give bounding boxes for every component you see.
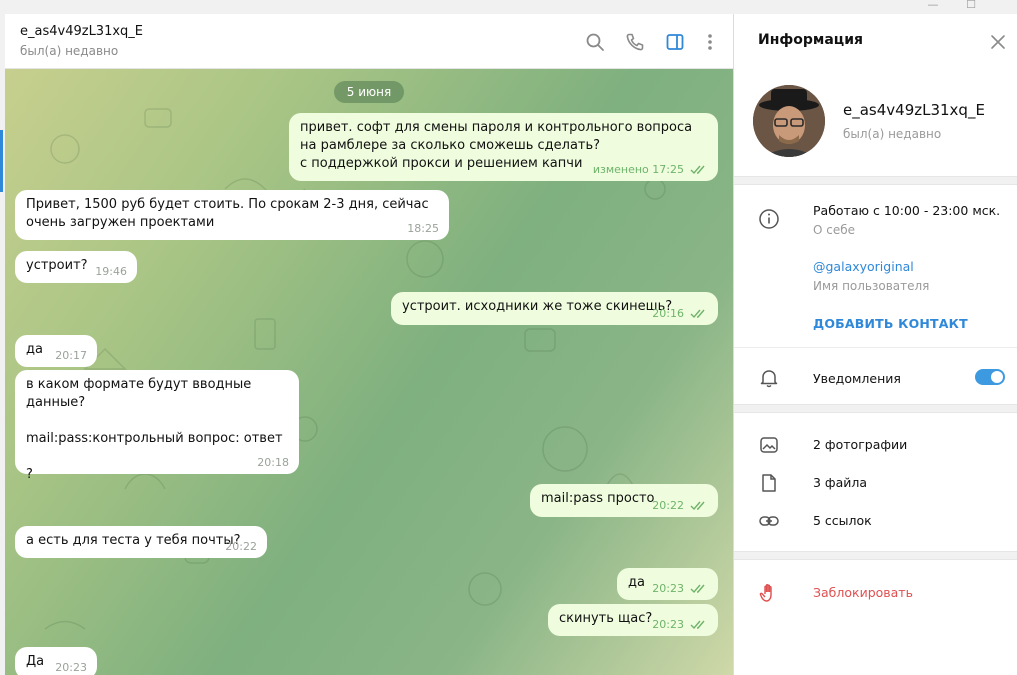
close-icon[interactable] [990,34,1006,50]
message-text: а есть для теста у тебя почты? [26,533,241,548]
message-bubble[interactable]: да 20:23 [617,568,718,600]
double-check-icon [690,620,708,630]
sidebar-panel-icon[interactable] [665,32,685,52]
message-bubble[interactable]: устроит. исходники же тоже скинешь? 20:1… [391,292,718,325]
message-meta: 20:22 [652,499,708,513]
message-time: 20:17 [55,349,87,362]
avatar[interactable] [753,85,825,157]
message-time: 20:23 [652,582,684,595]
links-count[interactable]: 5 ссылок [813,513,872,528]
message-meta: 20:23 [652,618,708,632]
block-user-button[interactable]: Заблокировать [813,585,913,600]
username-link[interactable]: @galaxyoriginal [813,259,914,274]
message-time: 20:23 [652,618,684,631]
message-list[interactable]: 5 июня привет. софт для смены пароля и к… [5,69,733,675]
files-count[interactable]: 3 файла [813,475,867,490]
info-peer-name: e_as4v49zL31xq_E [843,101,985,119]
username-label: Имя пользователя [813,279,930,293]
double-check-icon [690,309,708,319]
minimize-button[interactable]: — [918,0,948,14]
about-text[interactable]: Работаю с 10:00 - 23:00 мск. [813,203,1000,218]
divider [734,347,1017,348]
message-time: 20:22 [225,540,257,553]
double-check-icon [690,501,708,511]
message-bubble[interactable]: скинуть щас? 20:23 [548,604,718,636]
notifications-label: Уведомления [813,371,901,386]
chat-list-active-indicator [0,130,3,192]
message-meta: 20:23 [652,582,708,596]
message-bubble[interactable]: mail:pass просто 20:22 [530,484,718,517]
peer-status: был(а) недавно [20,44,119,58]
message-time: 19:46 [95,265,127,278]
date-separator: 5 июня [334,81,404,103]
phone-icon[interactable] [625,32,645,52]
message-text: Привет, 1500 руб будет стоить. По срокам… [26,197,433,230]
link-icon [758,510,780,532]
photo-icon [758,434,780,456]
chat-header: e_as4v49zL31xq_E был(а) недавно [5,14,733,69]
message-time: 18:25 [407,222,439,235]
chat-pane: e_as4v49zL31xq_E был(а) недавно 5 июня п… [5,14,733,675]
message-bubble[interactable]: а есть для теста у тебя почты? 20:22 [15,526,267,558]
more-vertical-icon[interactable] [700,32,720,52]
message-time: изменено 17:25 [592,163,684,176]
info-icon [758,208,780,230]
message-time: 20:18 [257,456,289,469]
double-check-icon [690,584,708,594]
message-meta: 20:16 [652,307,708,321]
message-bubble[interactable]: привет. софт для смены пароля и контроль… [289,113,718,181]
message-bubble[interactable]: Привет, 1500 руб будет стоить. По срокам… [15,190,449,240]
info-panel-title: Информация [758,32,863,48]
message-time: 20:16 [652,307,684,320]
peer-name[interactable]: e_as4v49zL31xq_E [20,24,143,39]
section-separator [734,404,1017,413]
info-panel: Информация e_as4v49zL31xq_E был(а) недав… [734,14,1017,675]
maximize-button[interactable]: ☐ [956,0,986,14]
double-check-icon [690,165,708,175]
message-bubble[interactable]: Да 20:23 [15,647,97,675]
bell-icon [758,367,780,389]
message-meta: изменено 17:25 [593,163,708,177]
section-separator [734,176,1017,185]
info-peer-status: был(а) недавно [843,127,942,141]
message-time: 20:23 [55,661,87,674]
message-bubble[interactable]: устроит? 19:46 [15,251,137,283]
notifications-toggle[interactable] [975,369,1005,385]
window-titlebar: — ☐ [0,0,1017,14]
message-bubble[interactable]: в каком формате будут вводные данные? ma… [15,370,299,482]
message-time: 20:22 [652,499,684,512]
hand-block-icon [758,582,780,604]
about-label: О себе [813,223,856,237]
file-icon [758,472,780,494]
message-bubble[interactable]: да 20:17 [15,335,97,367]
section-separator [734,551,1017,560]
message-text: в каком формате будут вводные данные? ma… [26,377,283,482]
add-contact-button[interactable]: ДОБАВИТЬ КОНТАКТ [813,316,968,331]
search-icon[interactable] [585,32,605,52]
photos-count[interactable]: 2 фотографии [813,437,907,452]
